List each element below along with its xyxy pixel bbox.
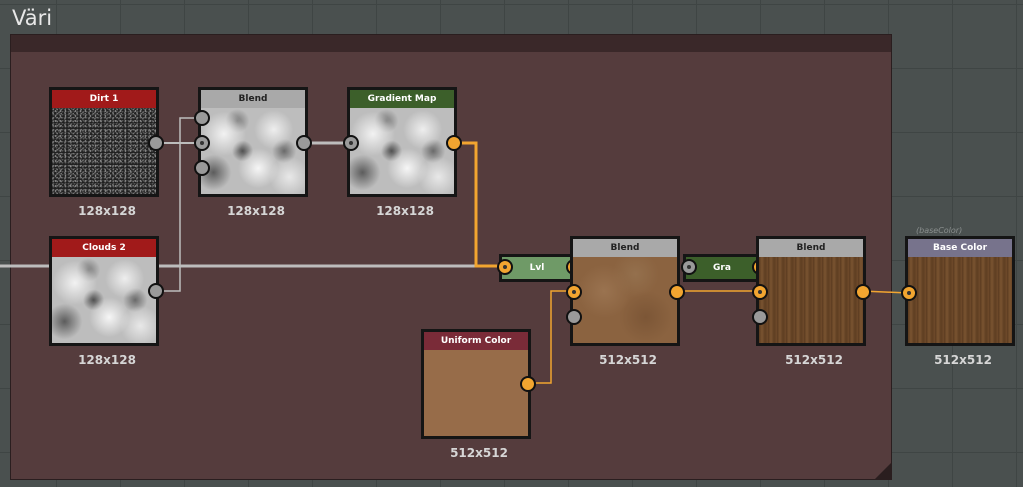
- gra-input-socket[interactable]: [681, 259, 697, 275]
- node-gradient-map[interactable]: Gradient Map 128x128: [347, 87, 457, 218]
- blend-color-output-socket[interactable]: [669, 284, 685, 300]
- node-clouds-thumbnail: [52, 257, 156, 343]
- blend-gray-input-background[interactable]: [194, 135, 210, 151]
- node-blend-wood-header: Blend: [759, 239, 863, 257]
- node-uniform-color[interactable]: Uniform Color 512x512: [421, 329, 531, 460]
- node-base-color-header: Base Color: [908, 239, 1012, 257]
- node-blend-color-size: 512x512: [599, 353, 657, 367]
- blend-color-input-mask[interactable]: [566, 309, 582, 325]
- blend-gray-output-socket[interactable]: [296, 135, 312, 151]
- node-gradient-map-header: Gradient Map: [350, 90, 454, 108]
- node-dirt-thumbnail: [52, 108, 156, 194]
- node-blend-color-thumbnail: [573, 257, 677, 343]
- node-gradient-map-thumbnail: [350, 108, 454, 194]
- node-blend-gray-header: Blend: [201, 90, 305, 108]
- gradient-map-output-socket[interactable]: [446, 135, 462, 151]
- node-blend-gray-size: 128x128: [227, 204, 285, 218]
- node-uniform-color-size: 512x512: [450, 446, 508, 460]
- node-gra-label: Gra: [713, 263, 731, 273]
- node-base-color-thumbnail: [908, 257, 1012, 343]
- dirt-output-socket[interactable]: [148, 135, 164, 151]
- node-clouds-size: 128x128: [78, 353, 136, 367]
- node-blend-gray-thumbnail: [201, 108, 305, 194]
- uniform-color-output-socket[interactable]: [520, 376, 536, 392]
- node-uniform-color-header: Uniform Color: [424, 332, 528, 350]
- node-dirt[interactable]: Dirt 1 128x128: [49, 87, 159, 218]
- node-uniform-color-thumbnail: [424, 350, 528, 436]
- gradient-map-input-socket[interactable]: [343, 135, 359, 151]
- node-blend-color-header: Blend: [573, 239, 677, 257]
- node-blend-wood-thumbnail: [759, 257, 863, 343]
- node-clouds[interactable]: Clouds 2 128x128: [49, 236, 159, 367]
- node-dirt-size: 128x128: [78, 204, 136, 218]
- base-color-identifier: (baseColor): [916, 226, 963, 235]
- base-color-input-socket[interactable]: [901, 285, 917, 301]
- wire-uniform-to-blend: [528, 290, 573, 384]
- lvl-input-socket[interactable]: [497, 259, 513, 275]
- node-lvl-label: Lvl: [529, 263, 545, 273]
- blend-wood-output-socket[interactable]: [855, 284, 871, 300]
- blend-wood-input-mask[interactable]: [752, 309, 768, 325]
- node-blend-wood-size: 512x512: [785, 353, 843, 367]
- node-base-color[interactable]: Base Color 512x512: [905, 236, 1015, 367]
- clouds-output-socket[interactable]: [148, 283, 164, 299]
- node-clouds-header: Clouds 2: [52, 239, 156, 257]
- blend-wood-input-background[interactable]: [752, 284, 768, 300]
- node-blend-color[interactable]: Blend 512x512: [570, 236, 680, 367]
- node-base-color-size: 512x512: [934, 353, 992, 367]
- blend-color-input-background[interactable]: [566, 284, 582, 300]
- blend-gray-input-foreground[interactable]: [194, 110, 210, 126]
- blend-gray-input-mask[interactable]: [194, 160, 210, 176]
- node-blend-gray[interactable]: Blend 128x128: [198, 87, 308, 218]
- node-blend-wood[interactable]: Blend 512x512: [756, 236, 866, 367]
- node-gradient-map-size: 128x128: [376, 204, 434, 218]
- node-dirt-header: Dirt 1: [52, 90, 156, 108]
